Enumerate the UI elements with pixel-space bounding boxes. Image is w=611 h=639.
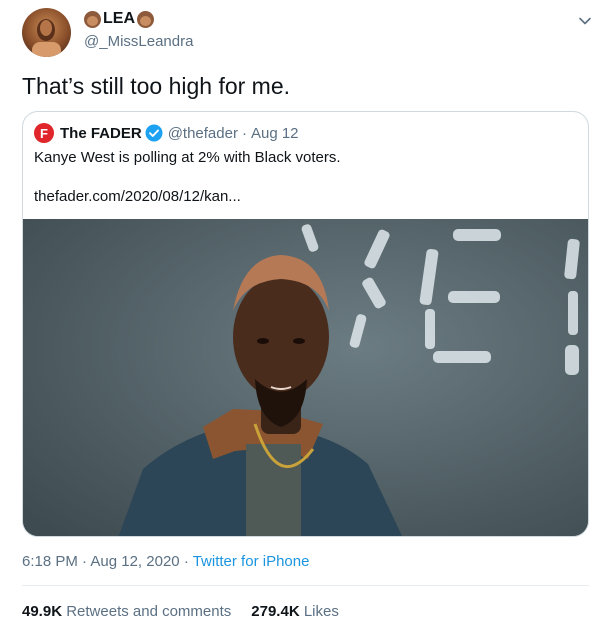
separator-dot: · — [183, 553, 189, 570]
likes-stat[interactable]: 279.4K Likes — [251, 603, 339, 620]
fader-logo-icon: F — [34, 123, 54, 143]
verified-badge-icon — [145, 124, 163, 142]
tweet-meta: 6:18 PM · Aug 12, 2020 · Twitter for iPh… — [22, 553, 309, 570]
tweet-stats: 49.9K Retweets and comments 279.4K Likes — [22, 603, 339, 620]
likes-count: 279.4K — [251, 603, 300, 620]
retweets-count: 49.9K — [22, 603, 63, 620]
quoted-media-photo[interactable] — [23, 219, 588, 537]
quoted-author-handle[interactable]: @thefader — [168, 125, 238, 142]
likes-label: Likes — [303, 603, 339, 620]
separator-dot: · — [241, 124, 247, 142]
tweet-text: That’s still too high for me. — [22, 73, 291, 99]
author-name-text: LEA — [103, 10, 135, 27]
quoted-author-name[interactable]: The FADER — [60, 125, 142, 142]
author-display-name[interactable]: LEA — [84, 10, 154, 28]
separator-dot: · — [82, 553, 88, 570]
quoted-text: Kanye West is polling at 2% with Black v… — [34, 149, 341, 166]
divider — [22, 585, 589, 586]
quoted-tweet[interactable]: F The FADER @thefader · Aug 12 Kanye Wes… — [22, 111, 589, 537]
quoted-link[interactable]: thefader.com/2020/08/12/kan... — [34, 188, 241, 205]
retweets-label: Retweets and comments — [66, 603, 232, 620]
woman-emoji-icon — [137, 10, 154, 28]
retweets-stat[interactable]: 49.9K Retweets and comments — [22, 603, 231, 620]
woman-emoji-icon — [84, 10, 101, 28]
author-avatar[interactable] — [22, 8, 71, 57]
quoted-tweet-header: F The FADER @thefader · Aug 12 — [34, 123, 299, 143]
tweet-card: LEA @_MissLeandra That’s still too high … — [0, 0, 611, 639]
tweet-date[interactable]: Aug 12, 2020 — [90, 553, 179, 570]
author-handle[interactable]: @_MissLeandra — [84, 33, 193, 50]
avatar-photo — [32, 19, 61, 57]
chevron-down-icon[interactable] — [576, 12, 594, 30]
tweet-time[interactable]: 6:18 PM — [22, 553, 78, 570]
tweet-source-link[interactable]: Twitter for iPhone — [193, 553, 310, 570]
quoted-date[interactable]: Aug 12 — [251, 125, 299, 142]
